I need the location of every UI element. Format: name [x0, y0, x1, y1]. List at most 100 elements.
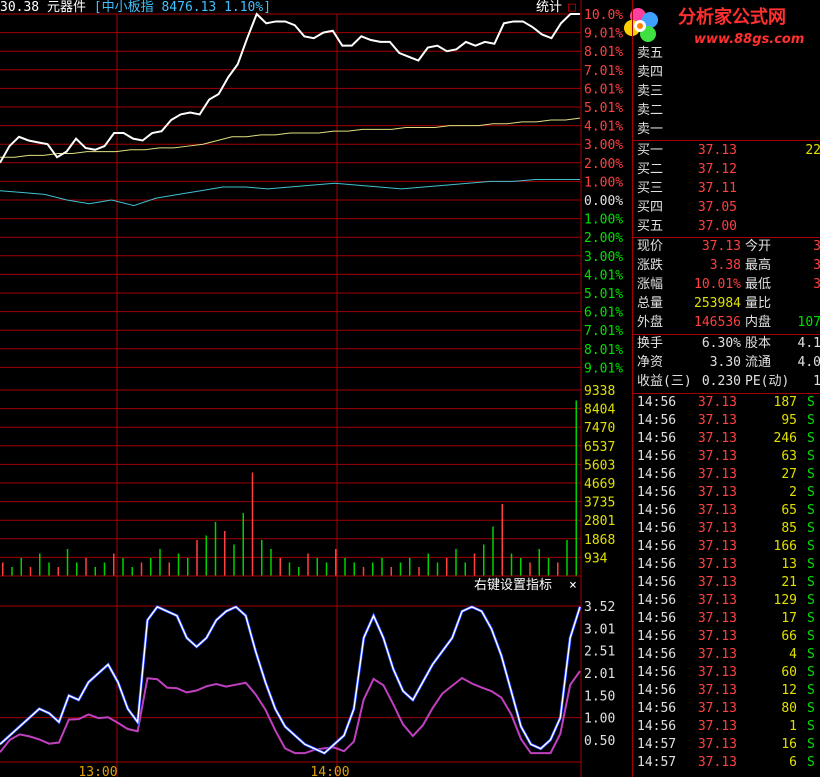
panel-divider	[633, 334, 820, 335]
tick-volume: 6	[789, 755, 797, 770]
tick-volume: 129	[773, 593, 797, 608]
volume-axis-label: 1868	[584, 533, 615, 548]
price-axis-label: 4.01%	[584, 268, 623, 283]
sell-label: 卖五	[637, 46, 664, 61]
tick-price: 37.13	[697, 485, 737, 500]
time-axis-label: 13:00	[78, 765, 117, 777]
quote-label: 今开	[745, 239, 772, 254]
buy-label: 买二	[637, 162, 664, 177]
volume-bar	[76, 562, 78, 576]
tick-volume: 166	[773, 539, 797, 554]
tick-price: 37.13	[697, 431, 737, 446]
panel-divider	[633, 140, 820, 141]
volume-bar	[279, 558, 281, 576]
volume-bar	[168, 562, 170, 576]
price-axis-label: 5.01%	[584, 101, 623, 116]
volume-bar	[547, 558, 550, 576]
price-axis-label: 7.01%	[584, 324, 623, 339]
indicator-close-icon[interactable]: ×	[569, 578, 577, 594]
buy-price: 37.13	[697, 143, 737, 158]
volume-bar	[325, 562, 328, 576]
price-axis-label: 2.00%	[584, 231, 623, 246]
sell-label: 卖二	[637, 103, 664, 118]
indicator-title[interactable]: 右键设置指标	[474, 578, 552, 594]
volume-bar	[20, 558, 22, 576]
volume-bar	[427, 553, 429, 576]
volume-bar	[307, 553, 309, 576]
tick-price: 37.13	[697, 503, 737, 518]
tick-time: 14:56	[637, 503, 677, 518]
tick-time: 14:56	[637, 395, 677, 410]
volume-bar	[2, 562, 4, 576]
buy-label: 买一	[637, 143, 664, 158]
tick-side: S	[807, 431, 815, 446]
quote-label: 量比	[745, 296, 772, 311]
tick-price: 37.13	[697, 719, 737, 734]
volume-bar	[529, 562, 531, 576]
quote-label: 涨跌	[637, 258, 664, 273]
price-axis-label: 1.00%	[584, 175, 623, 190]
volume-bar	[177, 553, 180, 576]
volume-bar	[261, 540, 263, 576]
tick-price: 37.13	[697, 557, 737, 572]
volume-bar	[196, 540, 198, 576]
tick-price: 37.13	[697, 449, 737, 464]
tick-side: S	[807, 503, 815, 518]
stock-chart-window: 10.0% 9.01% 8.01% 7.01% 6.01% 5.01% 4.01% 3.00%…	[0, 0, 820, 777]
volume-bar	[233, 544, 235, 576]
tick-time: 14:56	[637, 485, 677, 500]
stats-button[interactable]: 统计	[536, 0, 562, 16]
time-axis-label: 14:00	[310, 765, 349, 777]
volume-bar	[557, 562, 559, 576]
chart-canvas[interactable]: 10.0%9.01%8.01%7.01%6.01%5.01%4.01%3.00%…	[0, 0, 632, 777]
volume-bar	[483, 544, 485, 576]
volume-bar	[409, 558, 411, 576]
volume-bar	[131, 567, 133, 576]
tick-side: S	[807, 593, 815, 608]
tick-time: 14:56	[637, 557, 677, 572]
volume-bar	[11, 567, 13, 576]
quote-value: 37.13	[701, 239, 741, 254]
header-price: 30.38	[0, 0, 40, 15]
quote-label: 涨幅	[637, 277, 664, 292]
quote-label: 最高	[745, 258, 772, 273]
quote-value: 107	[797, 315, 820, 330]
volume-bar	[113, 553, 115, 576]
volume-bar	[362, 567, 365, 576]
volume-bar	[473, 553, 476, 576]
tick-time: 14:57	[637, 755, 677, 770]
volume-bar	[270, 549, 272, 576]
tick-volume: 85	[781, 521, 797, 536]
price-axis-label: 4.01%	[584, 120, 623, 135]
tick-side: S	[807, 575, 815, 590]
buy-label: 买四	[637, 200, 664, 215]
tick-volume: 13	[781, 557, 797, 572]
tick-side: S	[807, 449, 815, 464]
tick-volume: 16	[781, 737, 797, 752]
quote-label: PE(动)	[745, 374, 790, 389]
price-axis-label: 9.01%	[584, 361, 623, 376]
tick-time: 14:56	[637, 539, 677, 554]
tick-price: 37.13	[697, 467, 737, 482]
volume-bar	[390, 567, 392, 576]
quote-label: 净资	[637, 355, 664, 370]
tick-price: 37.13	[697, 629, 737, 644]
tick-volume: 95	[781, 413, 797, 428]
volume-bar	[288, 562, 291, 576]
stats-toggle-icon[interactable]: □	[568, 0, 576, 16]
indicator-axis-label: 2.51	[584, 645, 615, 660]
quote-value: 3	[813, 258, 820, 273]
volume-bar	[381, 558, 383, 576]
tick-side: S	[807, 413, 815, 428]
indicator-axis-label: 1.50	[584, 690, 615, 705]
tick-side: S	[807, 683, 815, 698]
volume-bar	[150, 558, 152, 576]
sell-label: 卖四	[637, 65, 664, 80]
volume-bar	[103, 562, 106, 576]
volume-bar	[446, 558, 448, 576]
tick-time: 14:56	[637, 413, 677, 428]
volume-axis-label: 3735	[584, 496, 615, 511]
volume-bar	[39, 553, 41, 576]
volume-bar	[353, 562, 355, 576]
tick-price: 37.13	[697, 521, 737, 536]
